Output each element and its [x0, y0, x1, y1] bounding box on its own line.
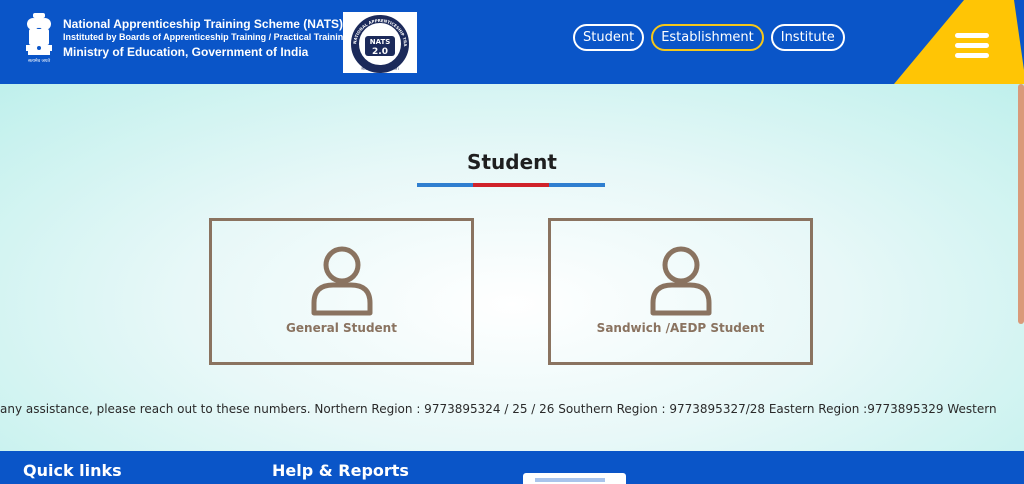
national-emblem-icon: सत्यमेव जयते	[26, 13, 52, 64]
ministry-name: Ministry of Education, Government of Ind…	[63, 45, 309, 59]
org-subtitle: Instituted by Boards of Apprenticeship T…	[63, 32, 349, 42]
user-icon	[311, 246, 372, 316]
org-title-block: National Apprenticeship Training Scheme …	[63, 17, 349, 60]
title-underline	[417, 183, 605, 187]
main-content: Student General Student Sandwich /AEDP S…	[0, 84, 1024, 451]
nav-establishment-button[interactable]: Establishment	[651, 24, 764, 51]
general-student-card[interactable]: General Student	[209, 218, 474, 365]
helpline-ticker: any assistance, please reach out to thes…	[0, 402, 997, 416]
nav-student-button[interactable]: Student	[573, 24, 645, 51]
org-name: National Apprenticeship Training Scheme …	[63, 17, 344, 31]
help-reports-heading: Help & Reports	[272, 461, 409, 480]
site-footer: Quick links Help & Reports	[0, 451, 1024, 484]
page-title: Student	[467, 150, 557, 174]
general-student-label: General Student	[286, 321, 397, 335]
emblem-caption: सत्यमेव जयते	[28, 57, 51, 64]
footer-tab[interactable]	[523, 473, 626, 484]
hamburger-icon[interactable]	[955, 33, 989, 59]
scrollbar[interactable]	[1018, 84, 1024, 324]
role-nav: Student Establishment Institute	[573, 24, 845, 51]
logo-version-text: 2.0	[372, 47, 388, 57]
sandwich-aedp-student-card[interactable]: Sandwich /AEDP Student	[548, 218, 813, 365]
quick-links-heading: Quick links	[23, 461, 122, 480]
logo-nats-text: NATS	[370, 38, 391, 46]
sandwich-aedp-student-label: Sandwich /AEDP Student	[596, 321, 765, 335]
user-icon	[650, 246, 711, 316]
site-header: सत्यमेव जयते National Apprenticeship Tra…	[0, 0, 1024, 84]
nats-logo[interactable]: NATIONAL APPRENTICESHIP TRAINING SCHEME …	[343, 12, 417, 73]
nav-institute-button[interactable]: Institute	[770, 24, 845, 51]
